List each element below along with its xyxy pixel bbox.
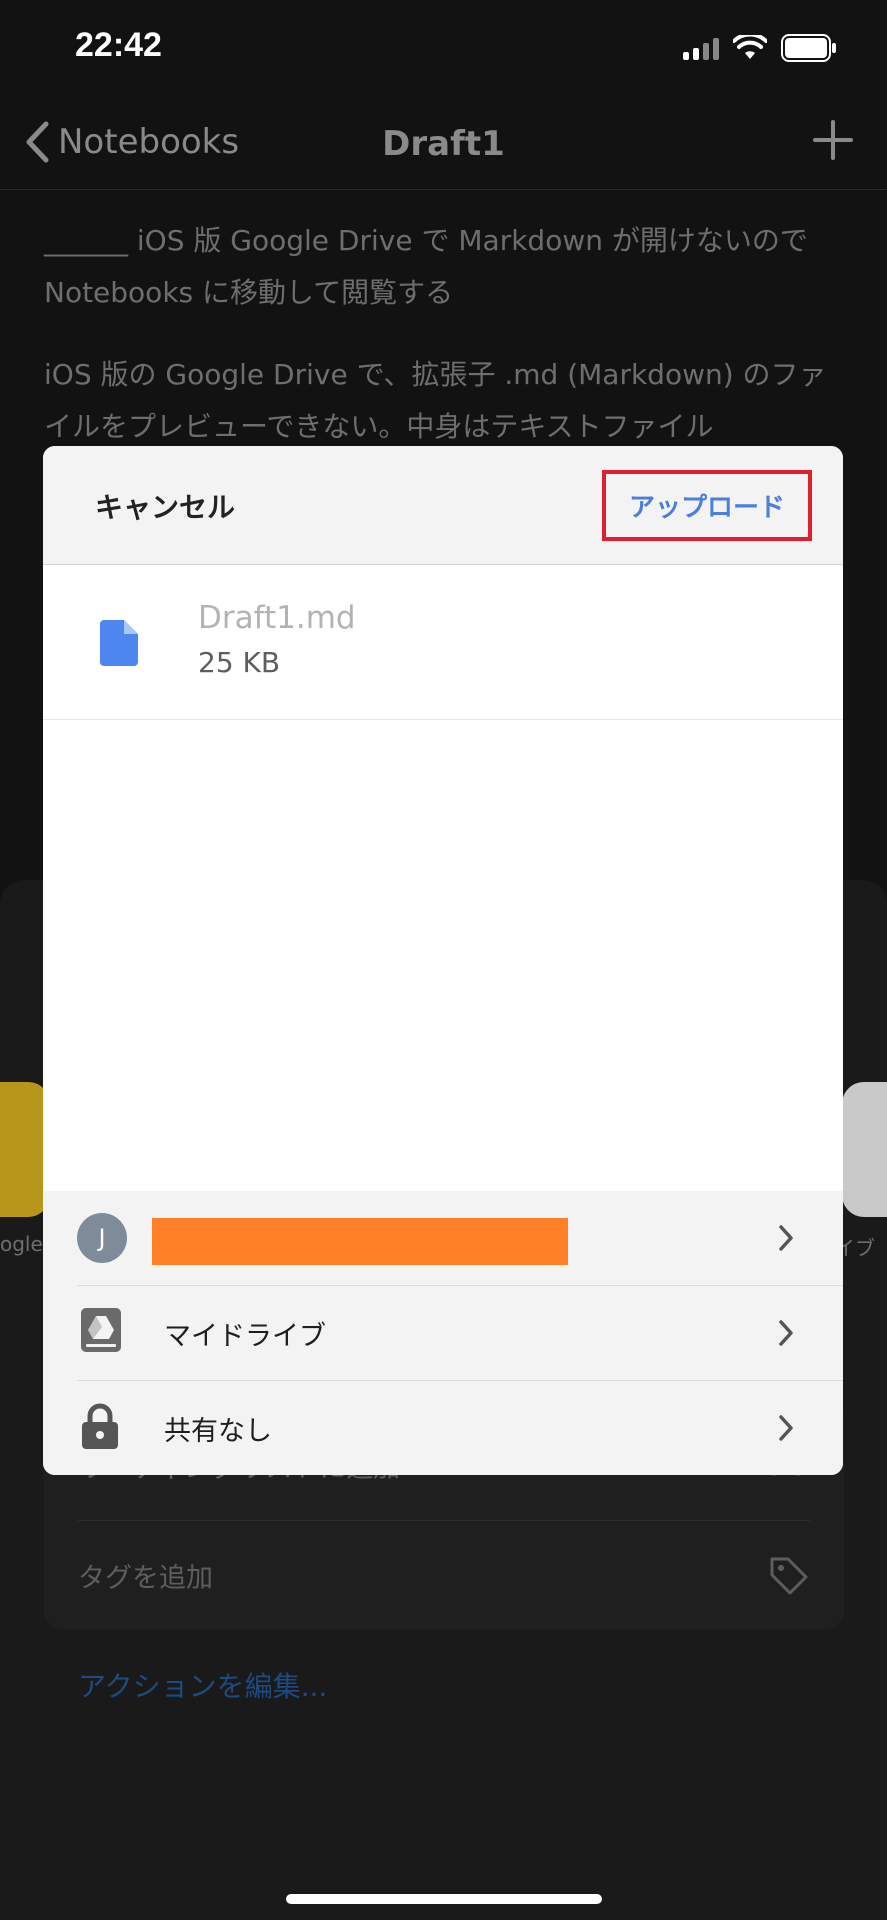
chevron-right-icon — [779, 1320, 793, 1346]
status-bar: 22:42 — [0, 0, 887, 100]
chevron-right-icon — [779, 1225, 793, 1251]
dialog-header: キャンセル アップロード — [43, 446, 843, 565]
document-icon — [100, 620, 138, 666]
upload-label: アップロード — [628, 493, 785, 523]
status-icons — [683, 34, 837, 62]
location-not-shared[interactable]: 共有なし — [43, 1381, 843, 1475]
upload-dialog: キャンセル アップロード Draft1.md 25 KB J マイドライブ 共有… — [43, 446, 843, 1475]
app-label: ogle — [0, 1232, 43, 1256]
battery-icon — [781, 34, 836, 62]
wifi-icon — [733, 35, 767, 59]
account-row[interactable]: J — [43, 1191, 843, 1285]
chevron-right-icon — [779, 1415, 793, 1441]
plus-icon — [813, 120, 853, 160]
note-paragraph: iOS 版の Google Drive で、拡張子 .md (Markdown)… — [44, 358, 827, 443]
edit-actions-link[interactable]: アクションを編集... — [78, 1665, 327, 1705]
file-row: Draft1.md 25 KB — [43, 566, 843, 720]
location-label: 共有なし — [164, 1415, 272, 1447]
action-add-tag[interactable]: タグを追加 — [78, 1520, 810, 1630]
location-label: マイドライブ — [164, 1320, 326, 1352]
note-paragraph: ______ iOS 版 Google Drive で Markdown が開け… — [44, 224, 808, 309]
upload-button[interactable]: アップロード — [602, 470, 812, 541]
action-label: タグを追加 — [78, 1563, 213, 1594]
account-name-redacted — [152, 1218, 568, 1265]
lock-icon — [82, 1403, 118, 1449]
location-picker: J マイドライブ 共有なし — [43, 1191, 843, 1475]
avatar: J — [77, 1213, 127, 1263]
app-tile-drive[interactable] — [842, 1082, 887, 1217]
add-button[interactable] — [811, 118, 855, 166]
tag-icon — [770, 1557, 808, 1594]
home-indicator — [286, 1894, 602, 1904]
status-time: 22:42 — [75, 26, 162, 64]
drive-icon — [81, 1308, 121, 1352]
cancel-button[interactable]: キャンセル — [95, 486, 235, 526]
navigation-bar: Notebooks Draft1 — [0, 100, 887, 190]
note-body: ______ iOS 版 Google Drive で Markdown が開け… — [44, 215, 844, 483]
page-title: Draft1 — [382, 124, 505, 164]
file-name: Draft1.md — [198, 600, 356, 636]
cellular-signal-icon — [683, 36, 719, 60]
location-my-drive[interactable]: マイドライブ — [43, 1286, 843, 1380]
file-size: 25 KB — [198, 646, 281, 679]
